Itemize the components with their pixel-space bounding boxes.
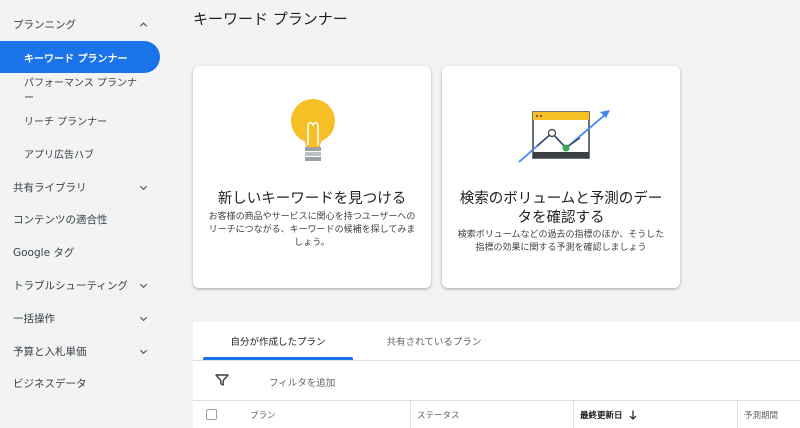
sidebar-item-performance-planner[interactable]: パフォーマンス プランナ ー bbox=[24, 76, 144, 106]
sidebar-section-label: プランニング bbox=[13, 18, 76, 31]
card-description: 検索ボリュームなどの過去の指標のほか、そうした指標の効果に関する予測を確認しまし… bbox=[457, 230, 665, 253]
sidebar-section-troubleshooting[interactable]: トラブルシューティング bbox=[0, 275, 166, 295]
page-title: キーワード プランナー bbox=[193, 10, 348, 28]
sidebar-section-label: 一括操作 bbox=[13, 312, 55, 325]
sidebar-section-planning[interactable]: プランニング bbox=[0, 14, 166, 34]
card-title: 検索のボリュームと予測のデータを確認する bbox=[459, 191, 663, 226]
sidebar-section-label: 共有ライブラリ bbox=[13, 181, 87, 194]
tab-my-plans[interactable]: 自分が作成したプラン bbox=[203, 322, 353, 360]
trend-chart-icon bbox=[518, 110, 610, 163]
arrow-down-icon bbox=[629, 410, 636, 420]
filter-bar: フィルタを追加 bbox=[193, 361, 800, 401]
sidebar-section-bulk-actions[interactable]: 一括操作 bbox=[0, 308, 166, 328]
lightbulb-icon bbox=[291, 99, 335, 161]
select-all-checkbox[interactable] bbox=[206, 409, 217, 420]
chevron-down-icon bbox=[139, 185, 148, 190]
sidebar-section-budgets-and-bids[interactable]: 予算と入札単価 bbox=[0, 341, 166, 361]
sidebar-item-app-ad-hub[interactable]: アプリ広告ハブ bbox=[24, 148, 144, 163]
sidebar-section-label: ビジネスデータ bbox=[13, 377, 87, 390]
sidebar-section-shared-library[interactable]: 共有ライブラリ bbox=[0, 177, 166, 197]
table-header: プラン ステータス 最終更新日 予測期間 bbox=[193, 401, 800, 428]
tab-shared-plans[interactable]: 共有されているプラン bbox=[359, 322, 509, 360]
sidebar-item-reach-planner[interactable]: リーチ プランナー bbox=[24, 115, 144, 130]
card-get-volume-forecasts[interactable]: 検索のボリュームと予測のデータを確認する 検索ボリュームなどの過去の指標のほか、… bbox=[442, 66, 680, 288]
sidebar: プランニング キーワード プランナー パフォーマンス プランナ ー リーチ プラ… bbox=[0, 0, 166, 428]
sidebar-section-google-tag[interactable]: Google タグ bbox=[0, 242, 166, 262]
card-description: お客様の商品やサービスに関心を持つユーザーへのリーチにつながる、キーワードの候補… bbox=[208, 212, 416, 248]
sidebar-section-business-data[interactable]: ビジネスデータ bbox=[0, 373, 166, 393]
filter-icon[interactable] bbox=[215, 374, 229, 386]
sidebar-item-keyword-planner[interactable]: キーワード プランナー bbox=[0, 41, 160, 73]
plans-panel: 自分が作成したプラン 共有されているプラン フィルタを追加 プラン ステータス … bbox=[193, 322, 800, 428]
column-separator bbox=[737, 401, 738, 428]
card-title: 新しいキーワードを見つける bbox=[217, 191, 407, 207]
column-separator bbox=[573, 401, 574, 428]
column-header-plan[interactable]: プラン bbox=[250, 401, 276, 428]
sidebar-section-label: コンテンツの適合性 bbox=[13, 213, 108, 226]
sidebar-item-label: キーワード プランナー bbox=[24, 53, 128, 65]
chevron-down-icon bbox=[139, 349, 148, 354]
card-discover-keywords[interactable]: 新しいキーワードを見つける お客様の商品やサービスに関心を持つユーザーへのリーチ… bbox=[193, 66, 431, 288]
sidebar-section-label: トラブルシューティング bbox=[13, 279, 128, 292]
sidebar-section-label: 予算と入札単価 bbox=[13, 345, 87, 358]
column-header-status[interactable]: ステータス bbox=[417, 401, 460, 428]
sidebar-section-label: Google タグ bbox=[13, 246, 75, 259]
column-header-last-modified[interactable]: 最終更新日 bbox=[580, 401, 637, 428]
tab-label: 共有されているプラン bbox=[386, 337, 482, 348]
column-separator bbox=[410, 401, 411, 428]
tab-label: 自分が作成したプラン bbox=[230, 337, 326, 348]
column-header-label: 最終更新日 bbox=[580, 410, 623, 421]
chevron-down-icon bbox=[139, 283, 148, 288]
add-filter-button[interactable]: フィルタを追加 bbox=[269, 375, 335, 389]
chevron-down-icon bbox=[139, 316, 148, 321]
chevron-up-icon bbox=[139, 21, 148, 27]
column-header-forecast-period[interactable]: 予測期間 bbox=[744, 401, 778, 428]
sidebar-section-content-suitability[interactable]: コンテンツの適合性 bbox=[0, 209, 166, 229]
